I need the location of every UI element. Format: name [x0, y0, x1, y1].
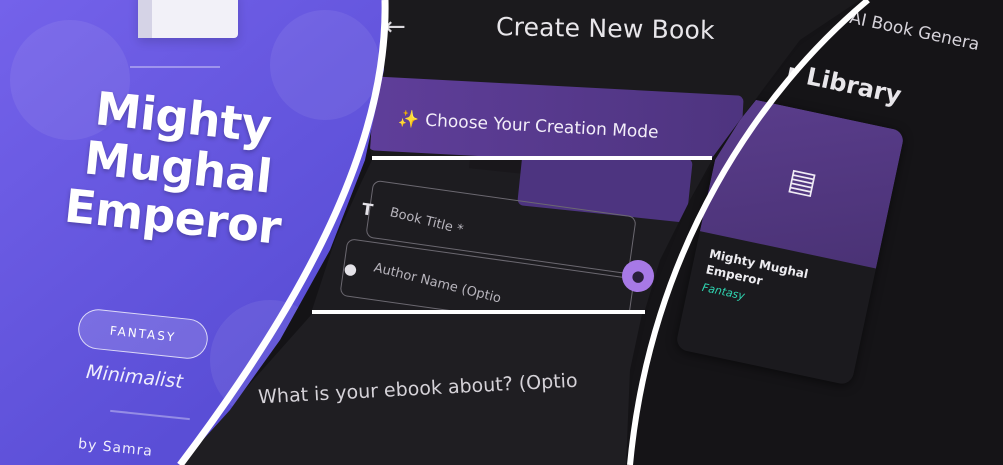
cover-title: Mighty Mughal Emperor — [21, 77, 335, 258]
app-name: AI Book Genera — [847, 8, 982, 56]
book-illustration-icon — [138, 0, 238, 38]
back-arrow-icon[interactable]: ← — [384, 12, 406, 42]
cover-style-label: Minimalist — [85, 360, 184, 394]
library-title: r Library — [784, 58, 904, 110]
book-spine — [138, 0, 152, 38]
ebook-topic-label: What is your ebook about? (Optio — [257, 369, 579, 409]
idea-lightbulb-button[interactable]: ● — [622, 260, 654, 292]
page-title: Create New Book — [495, 12, 715, 45]
book-open-icon: ▤ — [784, 161, 820, 202]
sparkle-icon: ✨ — [397, 109, 420, 131]
genre-badge: FANTASY — [76, 307, 210, 361]
cover-author: by Samra — [77, 436, 154, 460]
divider — [130, 66, 220, 68]
person-icon: ● — [342, 259, 359, 279]
lightbulb-icon: ● — [631, 267, 645, 285]
divider — [110, 409, 190, 421]
